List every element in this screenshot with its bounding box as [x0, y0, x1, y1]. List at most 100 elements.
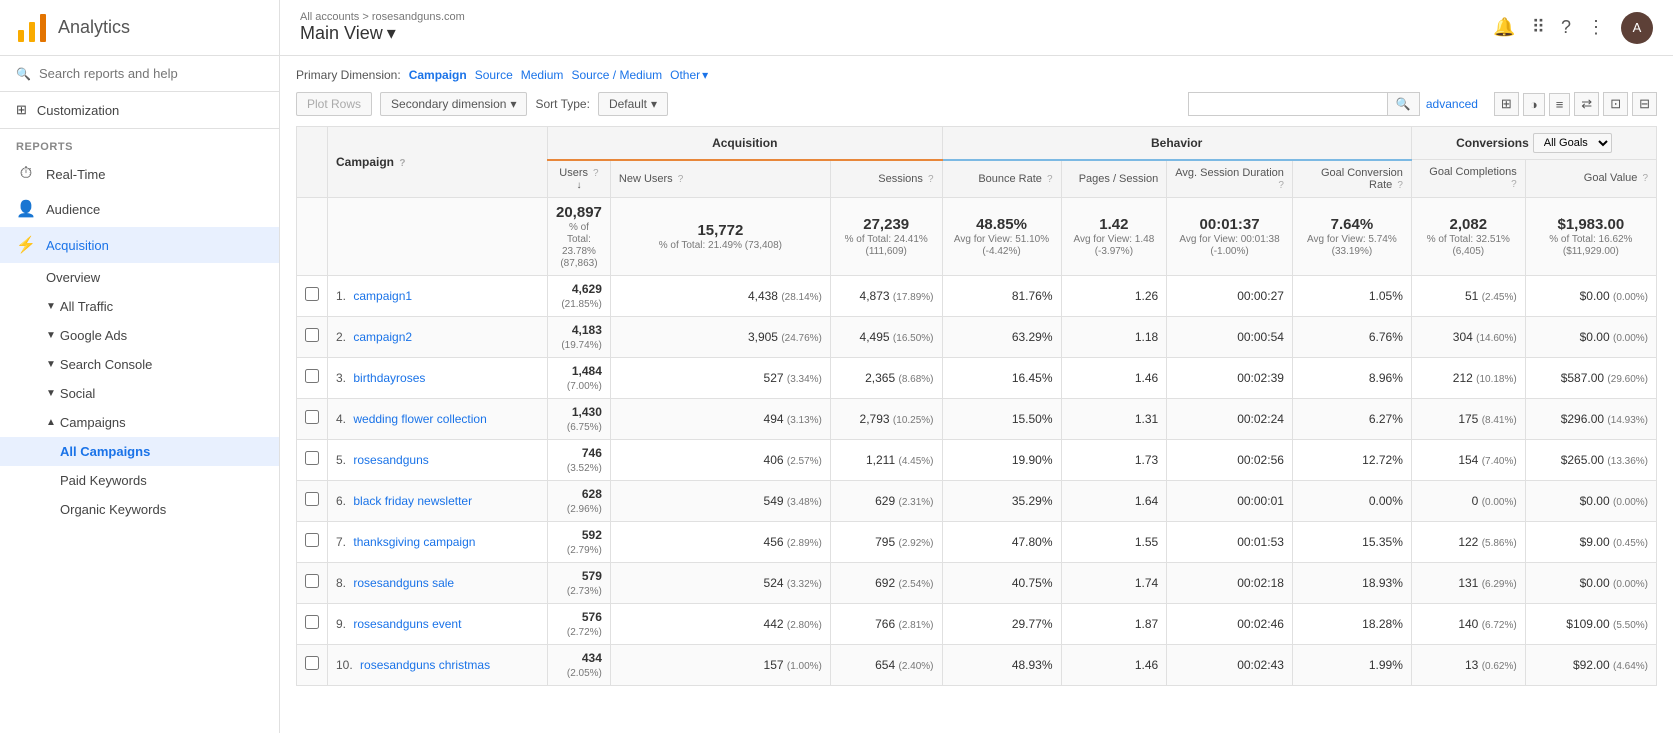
campaign-link[interactable]: black friday newsletter — [353, 494, 472, 508]
search-input[interactable] — [39, 66, 263, 81]
search-box-input[interactable] — [1188, 92, 1388, 116]
help-icon[interactable]: ? — [1561, 17, 1571, 38]
campaign-link[interactable]: thanksgiving campaign — [353, 535, 475, 549]
primary-dim-campaign[interactable]: Campaign — [409, 68, 467, 82]
table-row: 7. thanksgiving campaign 592 (2.79%) 456… — [297, 521, 1657, 562]
row-checkbox[interactable] — [305, 656, 319, 670]
row-checkbox-cell — [297, 398, 328, 439]
total-checkbox-cell — [297, 197, 328, 275]
row-checkbox-cell — [297, 316, 328, 357]
row-gc-pct: (6.72%) — [1482, 620, 1517, 631]
avatar[interactable]: A — [1621, 12, 1653, 44]
grid-icon[interactable]: ⠿ — [1532, 17, 1545, 38]
gv-help-icon[interactable]: ? — [1642, 173, 1648, 184]
row-sessions-pct: (2.40%) — [898, 661, 933, 672]
row-new-users-pct: (1.00%) — [787, 661, 822, 672]
campaign-link[interactable]: campaign1 — [353, 289, 412, 303]
table-view-button[interactable]: ⊟ — [1632, 92, 1657, 116]
row-num: 2. — [336, 330, 346, 344]
sidebar-item-organic-keywords[interactable]: Organic Keywords — [0, 495, 279, 524]
primary-dim-source[interactable]: Source — [475, 68, 513, 82]
bell-icon[interactable]: 🔔 — [1493, 17, 1515, 38]
customization-item[interactable]: ⊞ Customization — [0, 92, 279, 129]
new-users-help-icon[interactable]: ? — [678, 174, 684, 185]
total-new-users-cell: 15,772 % of Total: 21.49% (73,408) — [610, 197, 830, 275]
row-checkbox[interactable] — [305, 410, 319, 424]
total-pages-main: 1.42 — [1070, 216, 1159, 233]
campaign-link[interactable]: rosesandguns sale — [353, 576, 454, 590]
avg-session-help-icon[interactable]: ? — [1278, 180, 1284, 191]
sidebar-item-acquisition[interactable]: ⚡ Acquisition — [0, 227, 279, 263]
row-checkbox[interactable] — [305, 615, 319, 629]
main-area: All accounts > rosesandguns.com Main Vie… — [280, 0, 1673, 733]
bar-view-button[interactable]: ≡ — [1549, 93, 1571, 116]
sidebar-item-google-ads[interactable]: ▼ Google Ads — [0, 321, 279, 350]
sidebar-item-campaigns[interactable]: ▲ Campaigns — [0, 408, 279, 437]
gc-help-icon[interactable]: ? — [1511, 179, 1517, 190]
row-new-users-pct: (3.13%) — [787, 415, 822, 426]
checkbox-col-header — [297, 127, 328, 198]
secondary-dimension-button[interactable]: Secondary dimension ▾ — [380, 92, 527, 116]
grid-view-button[interactable]: ⊞ — [1494, 92, 1519, 116]
more-icon[interactable]: ⋮ — [1587, 17, 1605, 38]
users-sort-icon[interactable]: ↓ — [576, 180, 581, 191]
sidebar-item-overview[interactable]: Overview — [0, 263, 279, 292]
users-help-icon[interactable]: ? — [593, 168, 599, 179]
acquisition-group-header: Acquisition — [548, 127, 943, 160]
sidebar-item-realtime[interactable]: ⏱ Real-Time — [0, 157, 279, 191]
row-users-cell: 1,484 (7.00%) — [548, 357, 611, 398]
row-gc-cell: 122 (5.86%) — [1411, 521, 1525, 562]
sort-default-button[interactable]: Default ▾ — [598, 92, 668, 116]
row-num: 9. — [336, 617, 346, 631]
campaign-link[interactable]: campaign2 — [353, 330, 412, 344]
sidebar-item-audience[interactable]: 👤 Audience — [0, 191, 279, 227]
google-ads-arrow-icon: ▼ — [46, 330, 56, 341]
row-users-val: 4,629 — [572, 282, 602, 296]
gcr-help-icon[interactable]: ? — [1397, 180, 1403, 191]
pivot-view-button[interactable]: ⊡ — [1603, 92, 1628, 116]
goal-conv-rate-col-header: Goal Conversion Rate ? — [1292, 160, 1411, 198]
sessions-help-icon[interactable]: ? — [928, 174, 934, 185]
campaign-link[interactable]: rosesandguns — [353, 453, 428, 467]
sidebar-item-paid-keywords[interactable]: Paid Keywords — [0, 466, 279, 495]
campaign-help-icon[interactable]: ? — [399, 158, 405, 169]
row-checkbox[interactable] — [305, 287, 319, 301]
row-checkbox[interactable] — [305, 533, 319, 547]
search-box-button[interactable]: 🔍 — [1388, 92, 1420, 116]
row-checkbox-cell — [297, 603, 328, 644]
row-users-pct: (3.52%) — [567, 463, 602, 474]
sidebar-item-all-traffic[interactable]: ▼ All Traffic — [0, 292, 279, 321]
campaign-link[interactable]: rosesandguns event — [353, 617, 461, 631]
row-new-users-pct: (2.89%) — [787, 538, 822, 549]
row-checkbox[interactable] — [305, 492, 319, 506]
row-sessions-pct: (2.54%) — [898, 579, 933, 590]
row-campaign-cell: 4. wedding flower collection — [328, 398, 548, 439]
row-gcr-cell: 18.93% — [1292, 562, 1411, 603]
row-checkbox[interactable] — [305, 328, 319, 342]
campaign-link[interactable]: wedding flower collection — [353, 412, 486, 426]
primary-dim-source-medium[interactable]: Source / Medium — [571, 68, 662, 82]
primary-dim-other[interactable]: Other ▾ — [670, 68, 708, 82]
campaign-link[interactable]: rosesandguns christmas — [360, 658, 490, 672]
sidebar-item-search-console[interactable]: ▼ Search Console — [0, 350, 279, 379]
row-users-pct: (21.85%) — [561, 299, 602, 310]
row-checkbox[interactable] — [305, 369, 319, 383]
primary-dim-medium[interactable]: Medium — [521, 68, 564, 82]
sidebar-item-all-campaigns[interactable]: All Campaigns — [0, 437, 279, 466]
page-title[interactable]: Main View ▾ — [300, 23, 465, 44]
compare-view-button[interactable]: ⇄ — [1574, 92, 1599, 116]
sidebar-item-social[interactable]: ▼ Social — [0, 379, 279, 408]
advanced-link[interactable]: advanced — [1426, 97, 1478, 111]
bounce-help-icon[interactable]: ? — [1047, 174, 1053, 185]
campaign-link[interactable]: birthdayroses — [353, 371, 425, 385]
row-sessions-cell: 629 (2.31%) — [830, 480, 942, 521]
row-new-users-cell: 549 (3.48%) — [610, 480, 830, 521]
row-gc-pct: (2.45%) — [1482, 292, 1517, 303]
behavior-group-header: Behavior — [942, 127, 1411, 160]
row-checkbox[interactable] — [305, 451, 319, 465]
plot-rows-button[interactable]: Plot Rows — [296, 92, 372, 116]
all-goals-select[interactable]: All Goals — [1533, 133, 1612, 153]
row-checkbox[interactable] — [305, 574, 319, 588]
pie-view-button[interactable]: ◑ — [1523, 93, 1545, 116]
sidebar-item-all-traffic-label: All Traffic — [60, 299, 113, 314]
